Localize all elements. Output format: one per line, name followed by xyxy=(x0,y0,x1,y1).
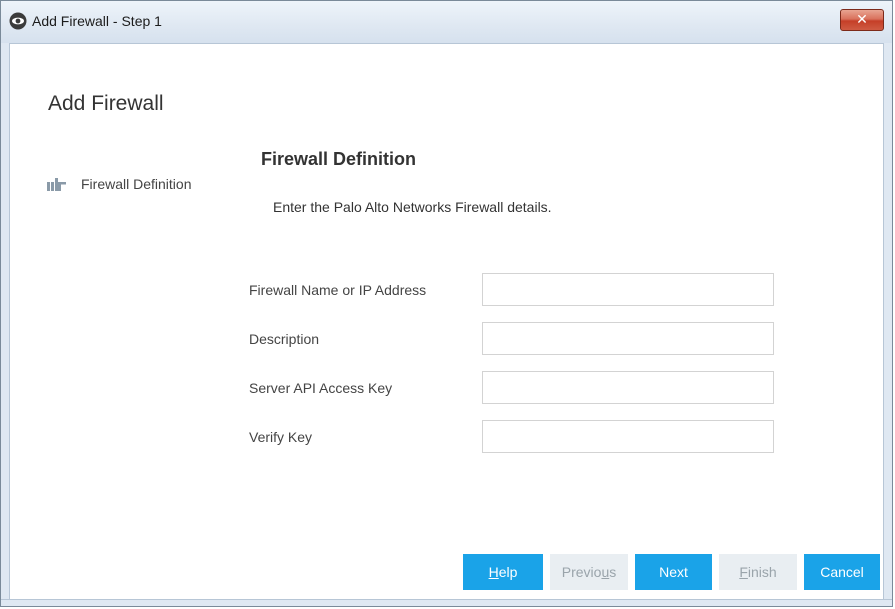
cancel-button[interactable]: Cancel xyxy=(804,554,880,590)
finish-mnemonic: F xyxy=(739,564,748,580)
window-right-border xyxy=(883,43,892,606)
section-description: Enter the Palo Alto Networks Firewall de… xyxy=(273,199,552,215)
finish-label-rest: inish xyxy=(747,564,777,580)
verify-key-label: Verify Key xyxy=(249,429,313,445)
help-button[interactable]: Help xyxy=(463,554,543,590)
title-bar[interactable]: Add Firewall - Step 1 ✕ xyxy=(1,1,892,44)
step-label: Firewall Definition xyxy=(81,176,192,192)
previous-label-rest: s xyxy=(609,564,617,580)
section-title: Firewall Definition xyxy=(261,149,417,169)
next-button[interactable]: Next xyxy=(635,554,712,590)
close-button[interactable]: ✕ xyxy=(840,9,884,31)
add-firewall-dialog: Add Firewall - Step 1 ✕ Add Firewall Fir… xyxy=(0,0,893,607)
description-input[interactable] xyxy=(482,322,774,355)
window-bottom-border xyxy=(1,599,892,606)
window-title: Add Firewall - Step 1 xyxy=(32,13,162,29)
firewall-name-label: Firewall Name or IP Address xyxy=(249,282,427,298)
previous-button[interactable]: Previous xyxy=(550,554,628,590)
window-left-border xyxy=(1,43,10,606)
finish-button[interactable]: Finish xyxy=(719,554,797,590)
help-mnemonic: H xyxy=(488,564,499,580)
help-label-rest: elp xyxy=(498,564,518,580)
api-access-key-label: Server API Access Key xyxy=(249,380,393,396)
firewall-name-input[interactable] xyxy=(482,273,774,306)
step-item-firewall-definition: Firewall Definition xyxy=(47,174,191,194)
app-eye-icon xyxy=(9,12,27,30)
pointing-hand-icon xyxy=(47,178,66,191)
api-access-key-input[interactable] xyxy=(482,371,774,404)
verify-key-input[interactable] xyxy=(482,420,774,453)
description-label: Description xyxy=(249,331,320,347)
previous-label-pre: Previo xyxy=(561,564,602,580)
page-title: Add Firewall xyxy=(48,92,164,115)
